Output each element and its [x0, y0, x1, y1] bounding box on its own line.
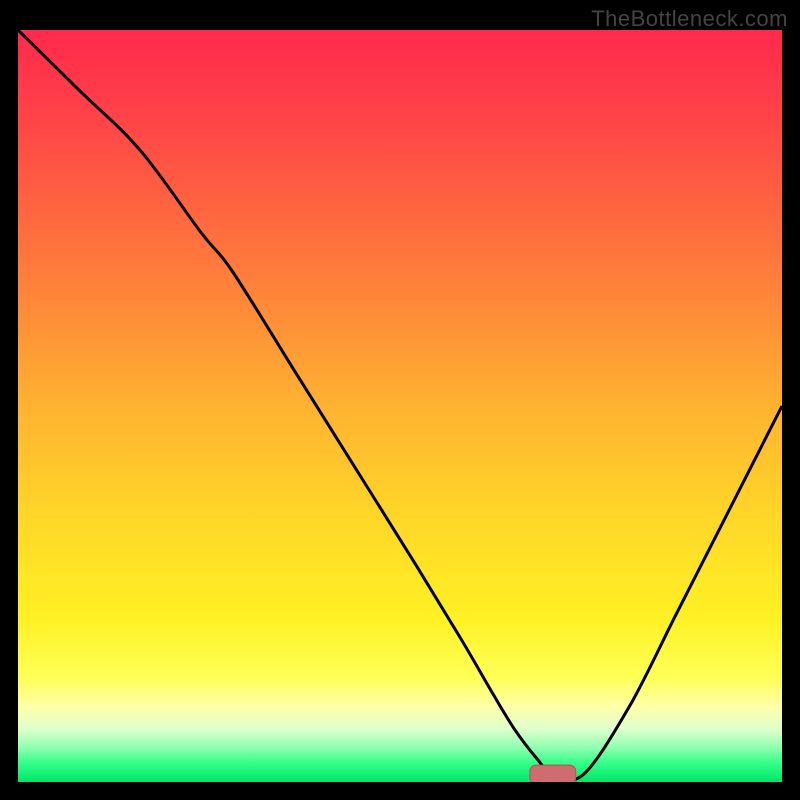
plot-area — [18, 30, 782, 782]
watermark-text: TheBottleneck.com — [591, 6, 788, 32]
chart-frame: TheBottleneck.com — [0, 0, 800, 800]
optimal-marker — [530, 765, 576, 782]
chart-svg — [18, 30, 782, 782]
